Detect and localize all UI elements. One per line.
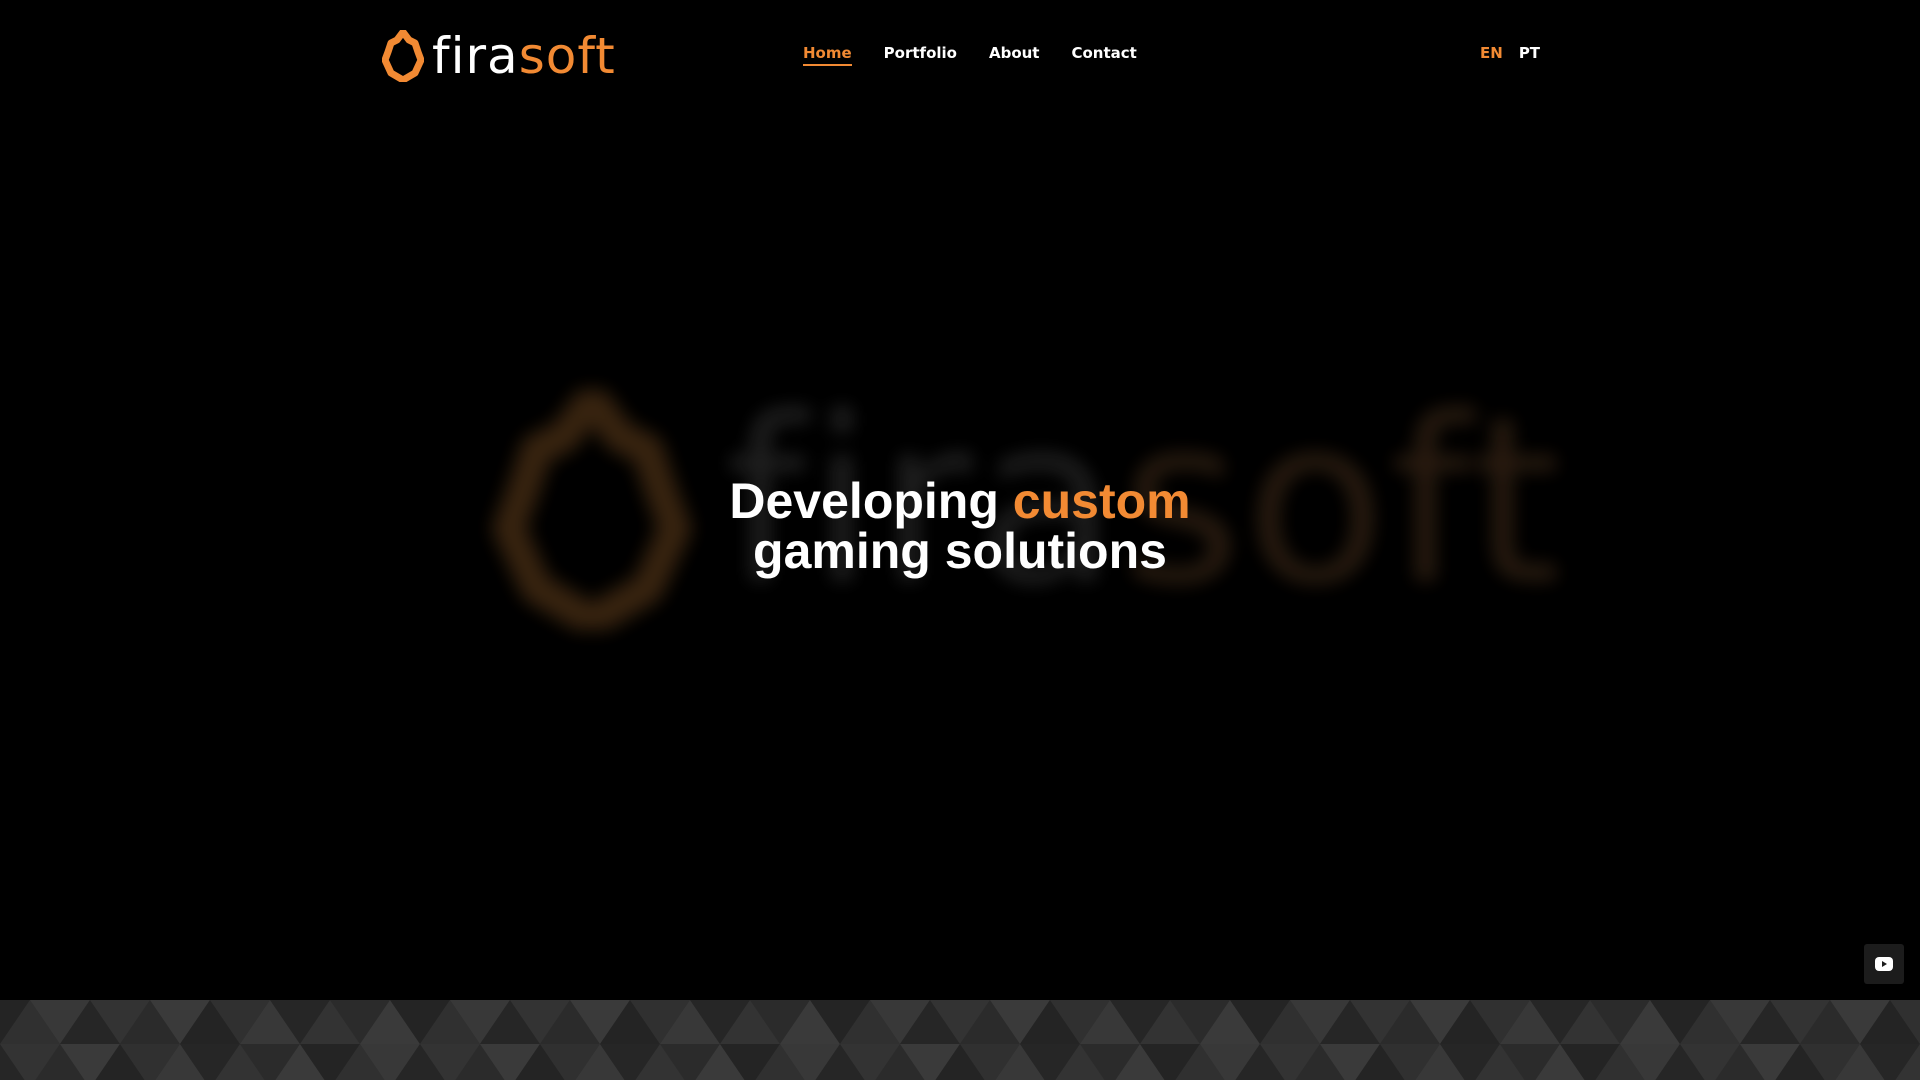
hero-title-accent: custom xyxy=(1012,473,1191,529)
language-option-en[interactable]: EN xyxy=(1480,44,1503,62)
nav-portfolio[interactable]: Portfolio xyxy=(884,44,957,66)
firasoft-logo-icon xyxy=(382,30,424,82)
triangle-pattern-band xyxy=(0,1000,1920,1080)
brand-wordmark: firasoft xyxy=(432,28,616,84)
youtube-icon xyxy=(1875,957,1893,971)
hero-title-part1: Developing xyxy=(729,473,999,529)
page: firasoft Home Portfolio About Contact EN… xyxy=(0,0,1920,1080)
hero-title-line2: gaming solutions xyxy=(753,523,1167,579)
language-switcher: EN PT xyxy=(1480,44,1540,62)
brand-word-part1: fira xyxy=(432,27,519,85)
main-nav: Home Portfolio About Contact xyxy=(803,44,1137,66)
nav-contact[interactable]: Contact xyxy=(1071,44,1136,66)
brand-word-part2: soft xyxy=(518,27,616,85)
language-option-pt[interactable]: PT xyxy=(1519,44,1540,62)
brand-logo[interactable]: firasoft xyxy=(382,28,616,84)
youtube-button[interactable] xyxy=(1864,944,1904,984)
hero-title: Developing custom gaming solutions xyxy=(0,476,1920,576)
nav-about[interactable]: About xyxy=(989,44,1040,66)
nav-home[interactable]: Home xyxy=(803,44,852,66)
hero-title-line1: Developing custom xyxy=(0,476,1920,526)
site-header: firasoft Home Portfolio About Contact EN… xyxy=(0,0,1920,112)
triangle-pattern xyxy=(0,1000,1920,1080)
